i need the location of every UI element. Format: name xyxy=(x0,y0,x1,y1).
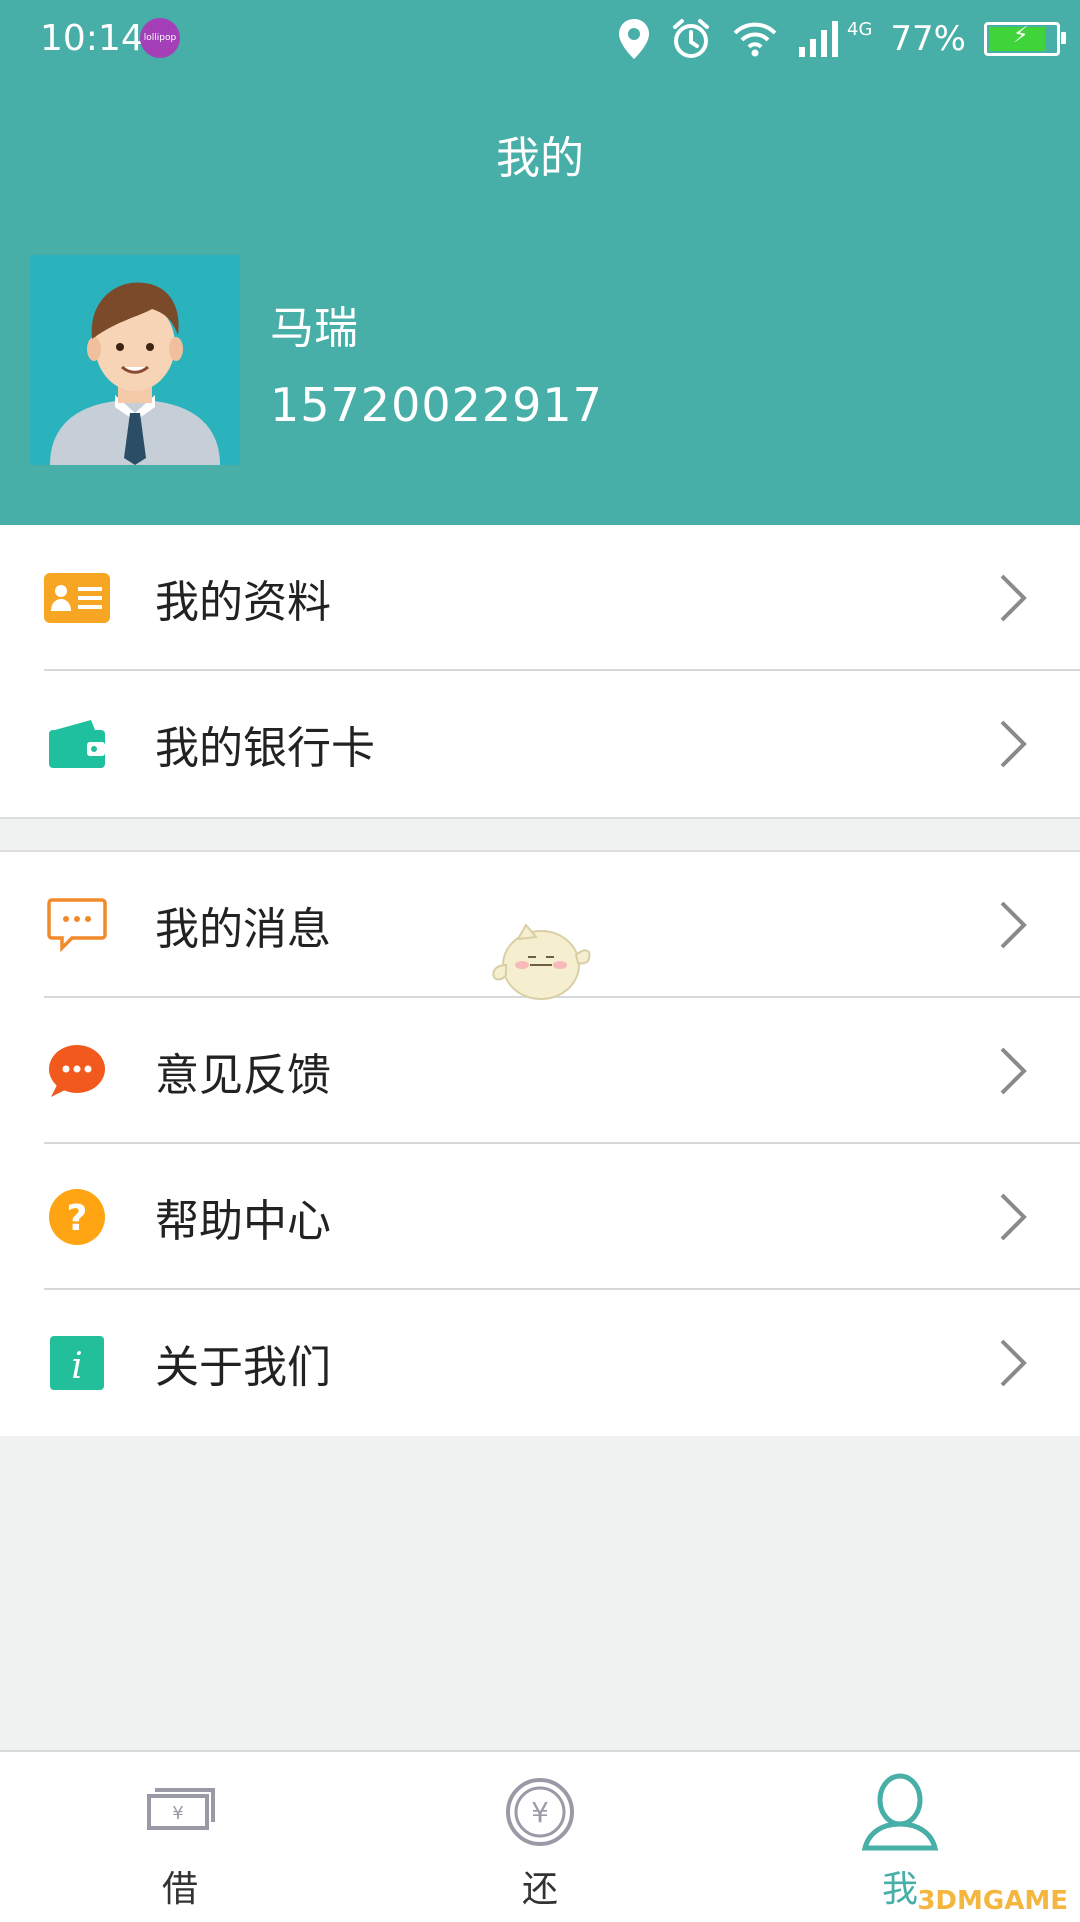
user-phone: 15720022917 xyxy=(270,378,603,432)
divider xyxy=(0,817,1080,819)
message-icon xyxy=(44,892,110,958)
watermark-logo: 3DMGAME xyxy=(917,1886,1068,1916)
tab-label: 借 xyxy=(161,1869,198,1910)
svg-text:?: ? xyxy=(67,1198,88,1239)
chevron-right-icon xyxy=(1000,1193,1027,1241)
signal-icon xyxy=(797,19,841,59)
menu-label: 关于我们 xyxy=(155,1342,331,1393)
svg-text:¥: ¥ xyxy=(531,1796,549,1829)
profile-header: 10:14 lollipop 4G 77% ⚡ 我的 马瑞 1572002291… xyxy=(0,0,1080,525)
menu-label: 意见反馈 xyxy=(155,1050,331,1101)
tab-repay[interactable]: ¥ 还 xyxy=(360,1752,720,1922)
cash-icon: ¥ xyxy=(147,1788,215,1830)
user-name: 马瑞 xyxy=(270,303,358,354)
alarm-icon xyxy=(669,17,713,61)
lollipop-badge: lollipop xyxy=(140,18,180,58)
page-title: 我的 xyxy=(496,133,584,184)
menu-label: 我的资料 xyxy=(155,577,331,628)
chevron-right-icon xyxy=(1000,901,1027,949)
menu-group-account: 我的资料 我的银行卡 xyxy=(0,525,1080,817)
network-type: 4G xyxy=(847,18,873,40)
tab-borrow[interactable]: ¥ 借 xyxy=(0,1752,360,1922)
menu-item-help-center[interactable]: ? 帮助中心 xyxy=(0,1144,1080,1290)
chevron-right-icon xyxy=(1000,720,1027,768)
bottom-tab-bar: ¥ 借 ¥ 还 我 3DMGAME xyxy=(0,1750,1080,1922)
status-bar: 10:14 lollipop 4G 77% ⚡ xyxy=(0,0,1080,80)
battery-icon: ⚡ xyxy=(984,22,1066,56)
menu-label: 我的消息 xyxy=(155,904,331,955)
battery-percent: 77% xyxy=(890,19,966,59)
tab-label: 还 xyxy=(521,1869,558,1910)
info-icon: i xyxy=(44,1330,110,1396)
status-icons: 4G 77% ⚡ xyxy=(617,14,1066,64)
menu-item-bank-card[interactable]: 我的银行卡 xyxy=(0,671,1080,817)
user-icon xyxy=(861,1773,939,1851)
menu-label: 帮助中心 xyxy=(155,1196,331,1247)
mascot-overlay-icon xyxy=(492,923,591,1000)
menu-item-feedback[interactable]: 意见反馈 xyxy=(0,998,1080,1144)
profile-card-icon xyxy=(44,565,110,631)
status-time: 10:14 xyxy=(40,18,144,59)
avatar[interactable] xyxy=(30,255,240,465)
wifi-icon xyxy=(731,19,779,59)
yen-coin-icon: ¥ xyxy=(506,1778,574,1846)
location-icon xyxy=(617,17,651,61)
chevron-right-icon xyxy=(1000,1339,1027,1387)
feedback-icon xyxy=(44,1038,110,1104)
help-icon: ? xyxy=(44,1184,110,1250)
svg-text:¥: ¥ xyxy=(172,1803,183,1824)
svg-text:i: i xyxy=(71,1346,83,1387)
chevron-right-icon xyxy=(1000,574,1027,622)
chevron-right-icon xyxy=(1000,1047,1027,1095)
menu-item-my-profile[interactable]: 我的资料 xyxy=(0,525,1080,671)
menu-item-about-us[interactable]: i 关于我们 xyxy=(0,1290,1080,1436)
menu-label: 我的银行卡 xyxy=(155,723,375,774)
wallet-icon xyxy=(44,711,110,777)
